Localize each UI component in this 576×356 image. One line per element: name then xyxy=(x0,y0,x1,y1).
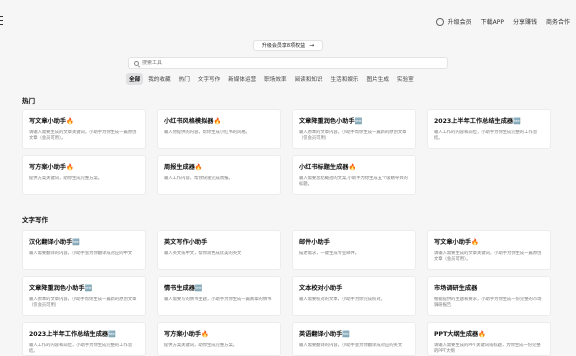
tab-new-media[interactable]: 新媒体运营 xyxy=(225,73,259,85)
tool-card[interactable]: 写方案小助手🔥 提供方案关键词，助你生成完整方案。 xyxy=(22,155,146,195)
section-title-writing: 文字写作 xyxy=(22,216,48,224)
card-title: 汉化翻译小助手🆕 xyxy=(29,239,81,246)
card-desc: 请输入需要生成的PPT关键词或标题，为你生成一份完整的PPT大纲 xyxy=(434,343,541,354)
tool-card[interactable]: 2023上半年工作总结生成器🆕 输入工作的内容和岗位，小助手为你生成完整的工作总… xyxy=(22,322,146,356)
nav-business-link[interactable]: 商务合作 xyxy=(546,17,570,26)
card-title: 文本校对小助手 xyxy=(299,285,343,292)
tool-card[interactable]: 小红书风格模拟器🔥 输入你提供的内容，帮你生成小红书的风格。 xyxy=(157,109,281,149)
card-desc: 请输入需要生成的文章关键词，小助手为你生成一篇原创文章（会员可用）。 xyxy=(434,251,542,262)
card-desc: 根据提供的主题和要求，小助手为你生成一份完整的市场调研报告 xyxy=(434,297,542,308)
tab-workplace[interactable]: 职场效率 xyxy=(261,73,289,85)
tab-favorites[interactable]: 我的收藏 xyxy=(145,73,173,85)
menu-icon[interactable] xyxy=(0,16,3,25)
nav-share-link[interactable]: 分享赚钱 xyxy=(513,17,537,26)
card-title: 邮件小助手 xyxy=(299,239,330,246)
card-desc: 提供方案关键词，助你生成完整方案。 xyxy=(164,343,238,348)
card-desc: 输入英文或中文，帮你润色成优美的英文 xyxy=(164,251,242,256)
tool-card[interactable]: 文章降重润色小助手🆕 输入原本的文章内容，小助手帮你生成一篇新的原创文章（仅会员… xyxy=(22,276,146,316)
tool-card[interactable]: PPT大纲生成器🔥 请输入需要生成的PPT关键词或标题，为你生成一份完整的PPT… xyxy=(427,322,551,356)
tool-card[interactable]: 小红书标题生成器🔥 输入需要总结概括的文案,小助手为你生成五个吸睛夺目的标题。 xyxy=(292,155,416,195)
tool-card[interactable]: 市场调研生成器 根据提供的主题和要求，小助手为你生成一份完整的市场调研报告 xyxy=(427,276,551,316)
nav-download-link[interactable]: 下载APP xyxy=(481,17,504,26)
tool-card[interactable]: 邮件小助手 描述需求，一键生成专业邮件。 xyxy=(292,230,416,270)
card-desc: 请输入需要生成的文章关键词，小助手为你生成一篇原创文章（会员可用）。 xyxy=(29,130,137,141)
section-title-hot: 热门 xyxy=(22,97,35,105)
tool-card[interactable]: 写文章小助手🔥 请输入需要生成的文章关键词，小助手为你生成一篇原创文章（会员可用… xyxy=(22,109,146,149)
search-input[interactable] xyxy=(142,60,422,66)
card-title: 周报生成器🔥 xyxy=(164,164,203,171)
nav-upgrade-link[interactable]: 升级会员 xyxy=(448,17,472,26)
card-desc: 输入工作的内容和岗位，小助手为你生成完整的工作总结。 xyxy=(434,130,538,141)
tool-card[interactable]: 写文章小助手🔥 请输入需要生成的文章关键词，小助手为你生成一篇原创文章（会员可用… xyxy=(427,230,551,270)
card-title: 文章降重润色小助手🆕 xyxy=(29,285,93,292)
card-title: 情书生成器🆕 xyxy=(164,285,203,292)
tool-card[interactable]: 周报生成器🔥 输入工作内容，帮你快速完成周报。 xyxy=(157,155,281,195)
tool-card[interactable]: 英语翻译小助手🆕 输入需要翻译的内容，小助手会为你翻译成对应的英文 xyxy=(292,322,416,356)
tab-lab[interactable]: 实验室 xyxy=(394,73,417,85)
card-title: 2023上半年工作总结生成器🆕 xyxy=(29,331,116,338)
card-desc: 提供方案关键词，助你生成完整方案。 xyxy=(29,176,103,181)
upgrade-banner-button[interactable]: 升级会员享8项权益 → xyxy=(253,40,323,51)
tool-card[interactable]: 汉化翻译小助手🆕 输入需要翻译的内容，小助手会为你翻译成对应的中文 xyxy=(22,230,146,270)
card-title: 英语翻译小助手🆕 xyxy=(299,331,351,338)
search-icon xyxy=(134,60,139,66)
card-desc: 输入原本的文章内容，小助手帮你生成一篇新的原创文章（仅会员可用） xyxy=(29,297,137,308)
theme-toggle-icon[interactable] xyxy=(435,17,444,26)
tab-reading[interactable]: 阅读和知识 xyxy=(292,73,326,85)
card-desc: 描述需求，一键生成专业邮件。 xyxy=(299,251,360,256)
tool-card[interactable]: 文章降重润色小助手🆕 输入原本的文章内容，小助手帮你生成一篇新的原创文章（仅会员… xyxy=(292,109,416,149)
card-title: 英文写作小助手 xyxy=(164,239,208,246)
tab-all[interactable]: 全部 xyxy=(126,73,144,85)
card-title: 2023上半年工作总结生成器🆕 xyxy=(434,118,521,125)
card-title: 写方案小助手🔥 xyxy=(164,331,209,338)
card-desc: 输入工作的内容和岗位，小助手为你生成完整的工作总结。 xyxy=(29,343,133,354)
tab-image[interactable]: 图片生成 xyxy=(364,73,392,85)
card-desc: 输入需要翻译的内容，小助手会为你翻译成对应的中文 xyxy=(29,251,133,256)
card-desc: 输入需要翻译的内容，小助手会为你翻译成对应的英文 xyxy=(299,343,403,348)
search-bar xyxy=(128,57,448,69)
card-desc: 输入需要总结概括的文案,小助手为你生成五个吸睛夺目的标题。 xyxy=(299,176,408,187)
card-desc: 输入需要写的情书主题，小助手为你生成一篇真挚的情书 xyxy=(164,297,272,302)
card-desc: 输入你提供的内容，帮你生成小红书的风格。 xyxy=(164,130,250,135)
category-tabs: 全部 我的收藏 热门 文字写作 新媒体运营 职场效率 阅读和知识 生活和娱乐 图… xyxy=(126,73,417,85)
card-title: 写方案小助手🔥 xyxy=(29,164,74,171)
card-title: 写文章小助手🔥 xyxy=(434,239,479,246)
tool-card[interactable]: 2023上半年工作总结生成器🆕 输入工作的内容和岗位，小助手为你生成完整的工作总… xyxy=(427,109,551,149)
tab-writing[interactable]: 文字写作 xyxy=(195,73,223,85)
tool-card[interactable]: 写方案小助手🔥 提供方案关键词，助你生成完整方案。 xyxy=(157,322,281,356)
card-title: PPT大纲生成器🔥 xyxy=(434,331,486,338)
tool-card[interactable]: 情书生成器🆕 输入需要写的情书主题，小助手为你生成一篇真挚的情书 xyxy=(157,276,281,316)
top-nav: 升级会员 下载APP 分享赚钱 商务合作 xyxy=(435,17,570,26)
tab-life[interactable]: 生活和娱乐 xyxy=(328,73,362,85)
card-title: 文章降重润色小助手🆕 xyxy=(299,118,363,125)
card-desc: 输入原本的文章内容，小助手帮你生成一篇新的原创文章（仅会员可用） xyxy=(299,130,407,141)
tool-card[interactable]: 英文写作小助手 输入英文或中文，帮你润色成优美的英文 xyxy=(157,230,281,270)
upgrade-banner-label: 升级会员享8项权益 xyxy=(261,43,306,49)
arrow-right-icon: → xyxy=(309,42,315,49)
card-desc: 输入工作内容，帮你快速完成周报。 xyxy=(164,176,233,181)
card-title: 小红书风格模拟器🔥 xyxy=(164,118,222,125)
card-desc: 输入需要校对的文本，小助手为你完成校对。 xyxy=(299,297,385,302)
tab-hot[interactable]: 热门 xyxy=(176,73,193,85)
tool-card[interactable]: 文本校对小助手 输入需要校对的文本，小助手为你完成校对。 xyxy=(292,276,416,316)
card-title: 市场调研生成器 xyxy=(434,285,478,292)
card-title: 小红书标题生成器🔥 xyxy=(299,164,357,171)
card-title: 写文章小助手🔥 xyxy=(29,118,74,125)
